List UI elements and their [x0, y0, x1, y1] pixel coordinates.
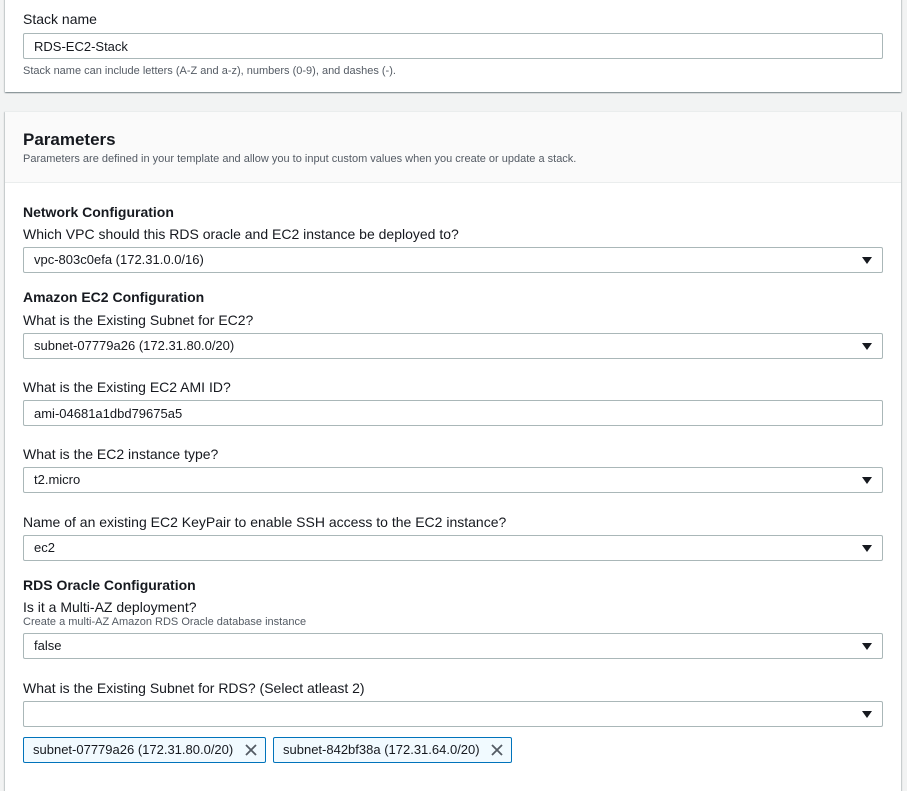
ec2-config-title: Amazon EC2 Configuration: [23, 289, 205, 305]
ec2-keypair-value: ec2: [34, 540, 55, 555]
rds-subnet-select[interactable]: [23, 701, 883, 727]
network-config-title: Network Configuration: [23, 204, 174, 220]
vpc-label: Which VPC should this RDS oracle and EC2…: [23, 226, 459, 242]
caret-down-icon: [862, 477, 872, 484]
parameters-title: Parameters: [23, 130, 116, 149]
caret-down-icon: [862, 257, 872, 264]
ec2-type-select[interactable]: t2.micro: [23, 467, 883, 493]
stack-name-input[interactable]: [23, 33, 883, 59]
rds-subnet-token: subnet-07779a26 (172.31.80.0/20): [23, 737, 266, 763]
ec2-ami-label: What is the Existing EC2 AMI ID?: [23, 379, 231, 395]
caret-down-icon: [862, 545, 872, 552]
rds-subnet-token-label: subnet-842bf38a (172.31.64.0/20): [283, 742, 480, 757]
parameters-description: Parameters are defined in your template …: [23, 153, 577, 165]
caret-down-icon: [862, 711, 872, 718]
rds-multiaz-select[interactable]: false: [23, 633, 883, 659]
parameters-panel: Parameters Parameters are defined in you…: [5, 111, 901, 791]
ec2-subnet-label: What is the Existing Subnet for EC2?: [23, 312, 254, 328]
ec2-type-value: t2.micro: [34, 472, 81, 487]
vpc-select-value: vpc-803c0efa (172.31.0.0/16): [34, 252, 204, 267]
parameters-header: Parameters Parameters are defined in you…: [5, 112, 901, 183]
ec2-subnet-value: subnet-07779a26 (172.31.80.0/20): [34, 338, 235, 353]
caret-down-icon: [862, 643, 872, 650]
close-icon[interactable]: [489, 742, 505, 758]
stack-name-panel: Stack name Stack name can include letter…: [5, 0, 901, 92]
stack-name-hint: Stack name can include letters (A-Z and …: [23, 65, 396, 77]
ec2-keypair-select[interactable]: ec2: [23, 535, 883, 561]
rds-subnet-label: What is the Existing Subnet for RDS? (Se…: [23, 680, 365, 696]
rds-config-title: RDS Oracle Configuration: [23, 577, 196, 593]
ec2-type-label: What is the EC2 instance type?: [23, 446, 219, 462]
caret-down-icon: [862, 343, 872, 350]
stack-name-label: Stack name: [23, 11, 97, 27]
rds-subnet-token: subnet-842bf38a (172.31.64.0/20): [273, 737, 512, 763]
close-icon[interactable]: [243, 742, 259, 758]
ec2-keypair-label: Name of an existing EC2 KeyPair to enabl…: [23, 514, 507, 530]
rds-multiaz-value: false: [34, 638, 62, 653]
ec2-ami-input[interactable]: [23, 400, 883, 426]
ec2-subnet-select[interactable]: subnet-07779a26 (172.31.80.0/20): [23, 333, 883, 359]
rds-multiaz-label: Is it a Multi-AZ deployment?: [23, 599, 197, 615]
vpc-select[interactable]: vpc-803c0efa (172.31.0.0/16): [23, 247, 883, 273]
rds-subnet-token-label: subnet-07779a26 (172.31.80.0/20): [33, 742, 234, 757]
rds-multiaz-description: Create a multi-AZ Amazon RDS Oracle data…: [23, 616, 307, 628]
